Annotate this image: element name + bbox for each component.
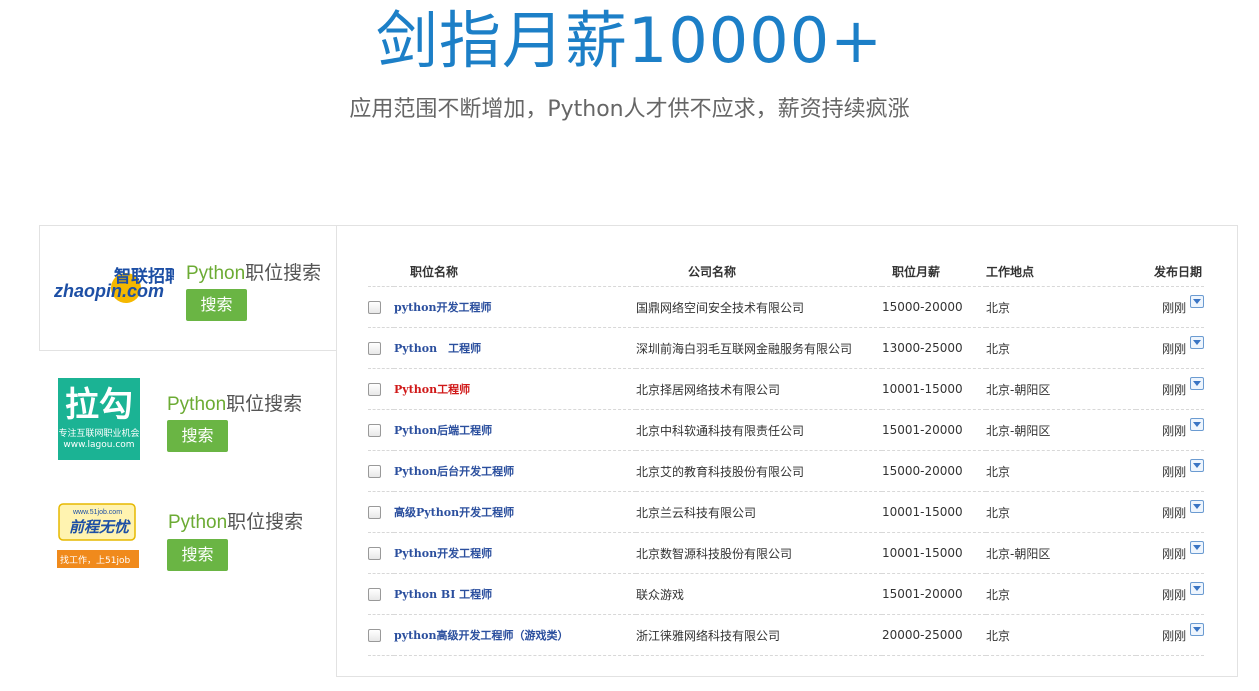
dropdown-arrow-icon[interactable] xyxy=(1190,417,1204,431)
company-name: 北京数智源科技股份有限公司 xyxy=(636,532,882,574)
salary: 10001-15000 xyxy=(882,368,986,410)
company-name: 浙江徕雅网络科技有限公司 xyxy=(636,614,882,656)
table-row: Python BI 工程师 联众游戏 15001-20000 北京 刚刚 xyxy=(368,573,1204,615)
salary: 15000-20000 xyxy=(882,286,986,328)
table-row: Python开发工程师 北京数智源科技股份有限公司 10001-15000 北京-朝阳… xyxy=(368,532,1204,574)
hero-subtitle: 应用范围不断增加，Python人才供不应求，薪资持续疯涨 xyxy=(349,97,910,122)
lagou-logo-sub2: www.lagou.com xyxy=(63,440,135,450)
51job-logo-cn: 前程无忧 xyxy=(69,518,131,536)
checkbox-icon[interactable] xyxy=(368,506,381,519)
dropdown-arrow-icon[interactable] xyxy=(1190,335,1204,349)
zhaopin-logo: 智联招聘 zhaopin.com xyxy=(54,266,174,303)
location: 北京 xyxy=(986,450,1136,492)
company-name: 北京艾的教育科技股份有限公司 xyxy=(636,450,882,492)
publish-date: 刚刚 xyxy=(1162,464,1187,479)
dropdown-arrow-icon[interactable] xyxy=(1190,499,1204,513)
checkbox-icon[interactable] xyxy=(368,629,381,642)
header-date: 发布日期 xyxy=(1153,264,1202,279)
salary: 10001-15000 xyxy=(882,491,986,533)
search-button-zhaopin[interactable]: 搜索 xyxy=(186,289,247,321)
checkbox-icon[interactable] xyxy=(368,588,381,601)
company-name: 北京中科软通科技有限责任公司 xyxy=(636,409,882,451)
site-label-lagou: Python职位搜索 xyxy=(167,394,303,415)
table-row: python高级开发工程师（游戏类） 浙江徕雅网络科技有限公司 20000-2500… xyxy=(368,614,1204,656)
location: 北京 xyxy=(986,327,1136,369)
table-row: Python后台开发工程师 北京艾的教育科技股份有限公司 15000-20000 北京… xyxy=(368,450,1204,492)
checkbox-icon[interactable] xyxy=(368,424,381,437)
company-name: 联众游戏 xyxy=(636,573,882,615)
lagou-logo-sub1: 专注互联网职业机会 xyxy=(58,429,140,439)
zhaopin-logo-en: zhaopin.com xyxy=(54,281,164,301)
job-title-link[interactable]: Python开发工程师 xyxy=(394,547,492,560)
company-name: 北京兰云科技有限公司 xyxy=(636,491,882,533)
51job-logo: www.51job.com 前程无忧 找工作，上51job xyxy=(57,503,139,568)
dropdown-arrow-icon[interactable] xyxy=(1190,294,1204,308)
job-title-link[interactable]: Python工程师 xyxy=(394,383,470,396)
publish-date: 刚刚 xyxy=(1162,505,1187,520)
publish-date: 刚刚 xyxy=(1162,382,1187,397)
checkbox-icon[interactable] xyxy=(368,465,381,478)
checkbox-icon[interactable] xyxy=(368,342,381,355)
header-salary: 职位月薪 xyxy=(892,264,941,279)
header-location: 工作地点 xyxy=(986,264,1035,279)
publish-date: 刚刚 xyxy=(1162,587,1187,602)
publish-date: 刚刚 xyxy=(1162,423,1187,438)
dropdown-arrow-icon[interactable] xyxy=(1190,376,1204,390)
checkbox-icon[interactable] xyxy=(368,301,381,314)
publish-date: 刚刚 xyxy=(1162,341,1187,356)
location: 北京 xyxy=(986,491,1136,533)
table-row: Python后端工程师 北京中科软通科技有限责任公司 15001-20000 北京-朝… xyxy=(368,409,1204,451)
search-button-51job[interactable]: 搜索 xyxy=(167,539,228,571)
company-name: 国鼎网络空间安全技术有限公司 xyxy=(636,286,882,328)
site-label-51job: Python职位搜索 xyxy=(168,512,304,533)
job-title-link[interactable]: Python BI 工程师 xyxy=(394,588,492,601)
publish-date: 刚刚 xyxy=(1162,546,1187,561)
hero-title: 剑指月薪10000+ xyxy=(375,4,884,77)
location: 北京 xyxy=(986,573,1136,615)
location: 北京-朝阳区 xyxy=(986,368,1136,410)
job-table: 职位名称 公司名称 职位月薪 工作地点 发布日期 python开发工程师 国鼎网络… xyxy=(368,256,1204,656)
job-title-link[interactable]: 高级Python开发工程师 xyxy=(394,506,514,519)
dropdown-arrow-icon[interactable] xyxy=(1190,458,1204,472)
table-header-row: 职位名称 公司名称 职位月薪 工作地点 发布日期 xyxy=(368,256,1204,287)
51job-logo-banner: 找工作，上51job xyxy=(60,554,130,566)
table-row: 高级Python开发工程师 北京兰云科技有限公司 10001-15000 北京 刚刚 xyxy=(368,491,1204,533)
lagou-logo-cn: 拉勾 xyxy=(65,385,133,425)
salary: 13000-25000 xyxy=(882,327,986,369)
job-title-link[interactable]: python高级开发工程师（游戏类） xyxy=(394,629,569,642)
publish-date: 刚刚 xyxy=(1162,300,1187,315)
location: 北京-朝阳区 xyxy=(986,532,1136,574)
company-name: 北京择居网络技术有限公司 xyxy=(636,368,882,410)
salary: 20000-25000 xyxy=(882,614,986,656)
dropdown-arrow-icon[interactable] xyxy=(1190,540,1204,554)
table-row: Python 工程师 深圳前海白羽毛互联网金融服务有限公司 13000-25000 北… xyxy=(368,327,1204,369)
51job-logo-url: www.51job.com xyxy=(72,509,122,516)
location: 北京 xyxy=(986,286,1136,328)
checkbox-icon[interactable] xyxy=(368,547,381,560)
table-row: python开发工程师 国鼎网络空间安全技术有限公司 15000-20000 北京 刚刚 xyxy=(368,286,1204,328)
location: 北京 xyxy=(986,614,1136,656)
salary: 15001-20000 xyxy=(882,573,986,615)
site-label-zhaopin: Python职位搜索 xyxy=(186,263,322,284)
salary: 10001-15000 xyxy=(882,532,986,574)
lagou-logo: 拉勾 专注互联网职业机会 www.lagou.com xyxy=(58,378,140,460)
search-button-lagou[interactable]: 搜索 xyxy=(167,420,228,452)
job-title-link[interactable]: Python 工程师 xyxy=(394,342,481,355)
header-title: 职位名称 xyxy=(410,264,459,279)
publish-date: 刚刚 xyxy=(1162,628,1187,643)
checkbox-icon[interactable] xyxy=(368,383,381,396)
job-title-link[interactable]: Python后台开发工程师 xyxy=(394,465,514,478)
dropdown-arrow-icon[interactable] xyxy=(1190,581,1204,595)
job-title-link[interactable]: python开发工程师 xyxy=(394,301,492,314)
salary: 15000-20000 xyxy=(882,450,986,492)
salary: 15001-20000 xyxy=(882,409,986,451)
location: 北京-朝阳区 xyxy=(986,409,1136,451)
table-row: Python工程师 北京择居网络技术有限公司 10001-15000 北京-朝阳区 刚刚 xyxy=(368,368,1204,410)
dropdown-arrow-icon[interactable] xyxy=(1190,622,1204,636)
job-title-link[interactable]: Python后端工程师 xyxy=(394,424,492,437)
header-company: 公司名称 xyxy=(688,264,737,279)
job-table-body: python开发工程师 国鼎网络空间安全技术有限公司 15000-20000 北京 刚刚… xyxy=(368,286,1204,656)
company-name: 深圳前海白羽毛互联网金融服务有限公司 xyxy=(636,327,882,369)
